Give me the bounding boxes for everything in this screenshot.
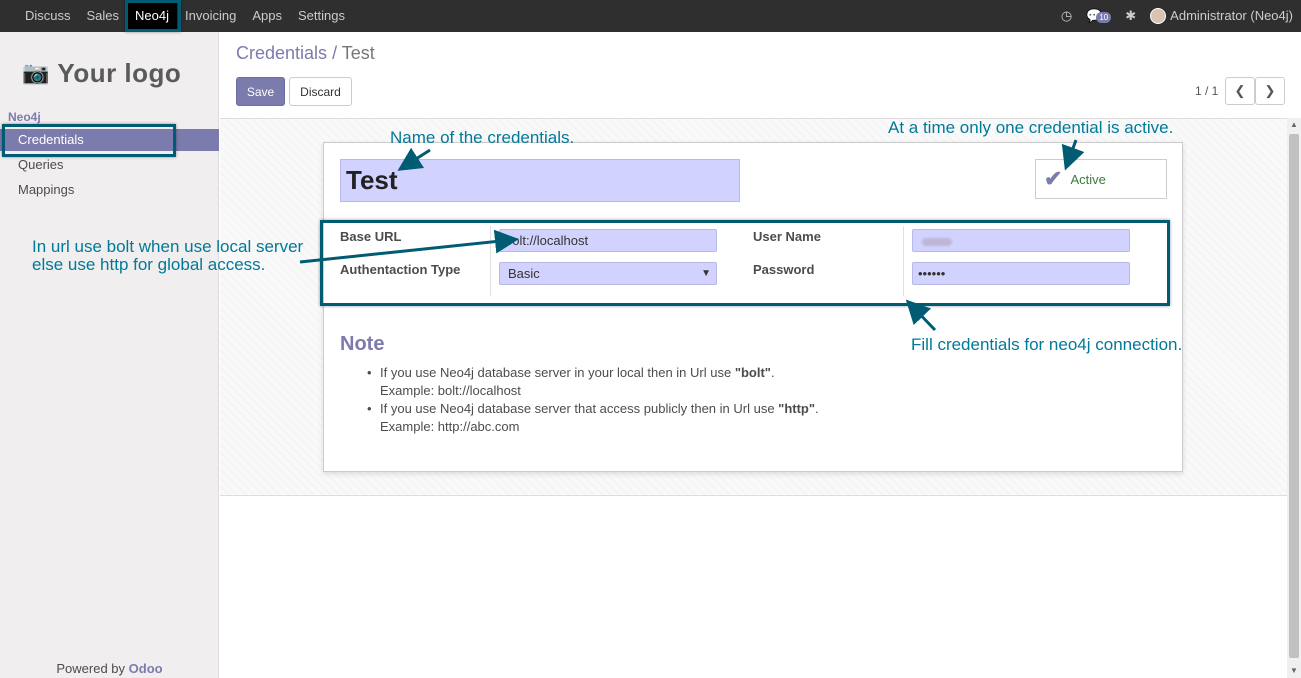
- note-text: If you use Neo4j database server that ac…: [380, 401, 779, 416]
- vertical-scrollbar[interactable]: ▲ ▼: [1287, 118, 1301, 678]
- auth-type-label: Authentaction Type: [340, 262, 461, 277]
- discard-button[interactable]: Discard: [289, 77, 352, 106]
- note-keyword: "bolt": [734, 365, 771, 380]
- auth-type-value: Basic: [508, 266, 540, 281]
- note-text-end: .: [815, 401, 819, 416]
- odoo-link[interactable]: Odoo: [129, 661, 163, 676]
- breadcrumb-parent[interactable]: Credentials: [236, 43, 327, 63]
- systray: ◷ 💬10 ✱ Administrator (Neo4j): [1061, 0, 1293, 32]
- sidebar-item-queries[interactable]: Queries: [0, 154, 219, 176]
- note-text-end: .: [770, 365, 775, 380]
- message-count-badge: 10: [1096, 12, 1112, 23]
- column-divider-2: [903, 226, 904, 296]
- redacted-username: [922, 237, 952, 246]
- scroll-down-icon[interactable]: ▼: [1290, 666, 1298, 675]
- pager-next-button[interactable]: ❯: [1255, 77, 1285, 105]
- menu-discuss[interactable]: Discuss: [17, 0, 79, 32]
- note-text: If you use Neo4j database server in your…: [380, 365, 735, 380]
- activity-clock-icon[interactable]: ◷: [1061, 8, 1072, 24]
- scroll-up-icon[interactable]: ▲: [1290, 120, 1298, 129]
- note-heading: Note: [340, 333, 385, 355]
- chevron-right-icon: ❯: [1264, 83, 1276, 98]
- scrollbar-thumb[interactable]: [1289, 134, 1299, 658]
- powered-by: Powered by Odoo: [0, 661, 219, 676]
- annotation-url-line1: In url use bolt when use local server: [32, 237, 304, 256]
- active-label: Active: [1070, 171, 1106, 187]
- active-toggle-button[interactable]: ✔ Active: [1035, 159, 1167, 199]
- breadcrumb-separator: /: [332, 43, 338, 63]
- debug-bug-icon[interactable]: ✱: [1125, 8, 1136, 24]
- note-example: Example: bolt://localhost: [380, 383, 521, 398]
- annotation-url-line2: else use http for global access.: [32, 255, 266, 274]
- caret-down-icon: ▼: [701, 268, 711, 279]
- menu-settings[interactable]: Settings: [290, 0, 353, 32]
- menu-apps[interactable]: Apps: [244, 0, 290, 32]
- check-icon: ✔: [1044, 166, 1063, 191]
- password-label: Password: [753, 262, 815, 277]
- app-menu: Discuss Sales Neo4j Invoicing Apps Setti…: [17, 0, 353, 32]
- sidebar-section-title: Neo4j: [8, 110, 41, 124]
- sidebar-item-mappings[interactable]: Mappings: [0, 179, 219, 201]
- annotation-active: At a time only one credential is active.: [888, 118, 1174, 137]
- base-url-input[interactable]: bolt://localhost: [499, 229, 717, 252]
- messages-button[interactable]: 💬10: [1086, 8, 1112, 24]
- chevron-left-icon: ❮: [1234, 83, 1246, 98]
- camera-icon: 📷: [22, 60, 50, 85]
- sidebar: 📷 Your logo Neo4j Credentials Queries Ma…: [0, 32, 219, 678]
- note-keyword: "http": [778, 401, 816, 416]
- pager-value[interactable]: 1 / 1: [1195, 84, 1218, 98]
- column-divider: [490, 226, 491, 296]
- company-logo[interactable]: 📷 Your logo: [22, 52, 200, 94]
- user-menu[interactable]: Administrator (Neo4j): [1150, 8, 1293, 25]
- user-name: Administrator (Neo4j): [1170, 7, 1293, 23]
- menu-invoicing[interactable]: Invoicing: [177, 0, 244, 32]
- sidebar-item-credentials[interactable]: Credentials: [0, 129, 219, 151]
- note-item: If you use Neo4j database server that ac…: [367, 400, 819, 436]
- note-list: If you use Neo4j database server in your…: [367, 364, 819, 436]
- username-input[interactable]: [912, 229, 1130, 252]
- menu-neo4j[interactable]: Neo4j: [127, 0, 178, 32]
- save-button[interactable]: Save: [236, 77, 285, 106]
- powered-by-label: Powered by: [56, 661, 126, 676]
- auth-type-select[interactable]: Basic ▼: [499, 262, 717, 285]
- breadcrumb: Credentials / Test: [236, 43, 375, 64]
- breadcrumb-current: Test: [341, 43, 375, 63]
- annotation-name: Name of the credentials.: [390, 128, 575, 147]
- note-example: Example: http://abc.com: [380, 419, 520, 434]
- password-input[interactable]: ••••••: [912, 262, 1130, 285]
- credential-name-input[interactable]: Test: [340, 159, 740, 202]
- note-item: If you use Neo4j database server in your…: [367, 364, 819, 400]
- top-navbar: Discuss Sales Neo4j Invoicing Apps Setti…: [0, 0, 1301, 32]
- avatar: [1150, 8, 1167, 25]
- annotation-fill: Fill credentials for neo4j connection.: [911, 335, 1183, 354]
- logo-text: Your logo: [57, 57, 182, 88]
- username-label: User Name: [753, 229, 821, 244]
- menu-sales[interactable]: Sales: [79, 0, 128, 32]
- pager-previous-button[interactable]: ❮: [1225, 77, 1255, 105]
- base-url-label: Base URL: [340, 229, 402, 244]
